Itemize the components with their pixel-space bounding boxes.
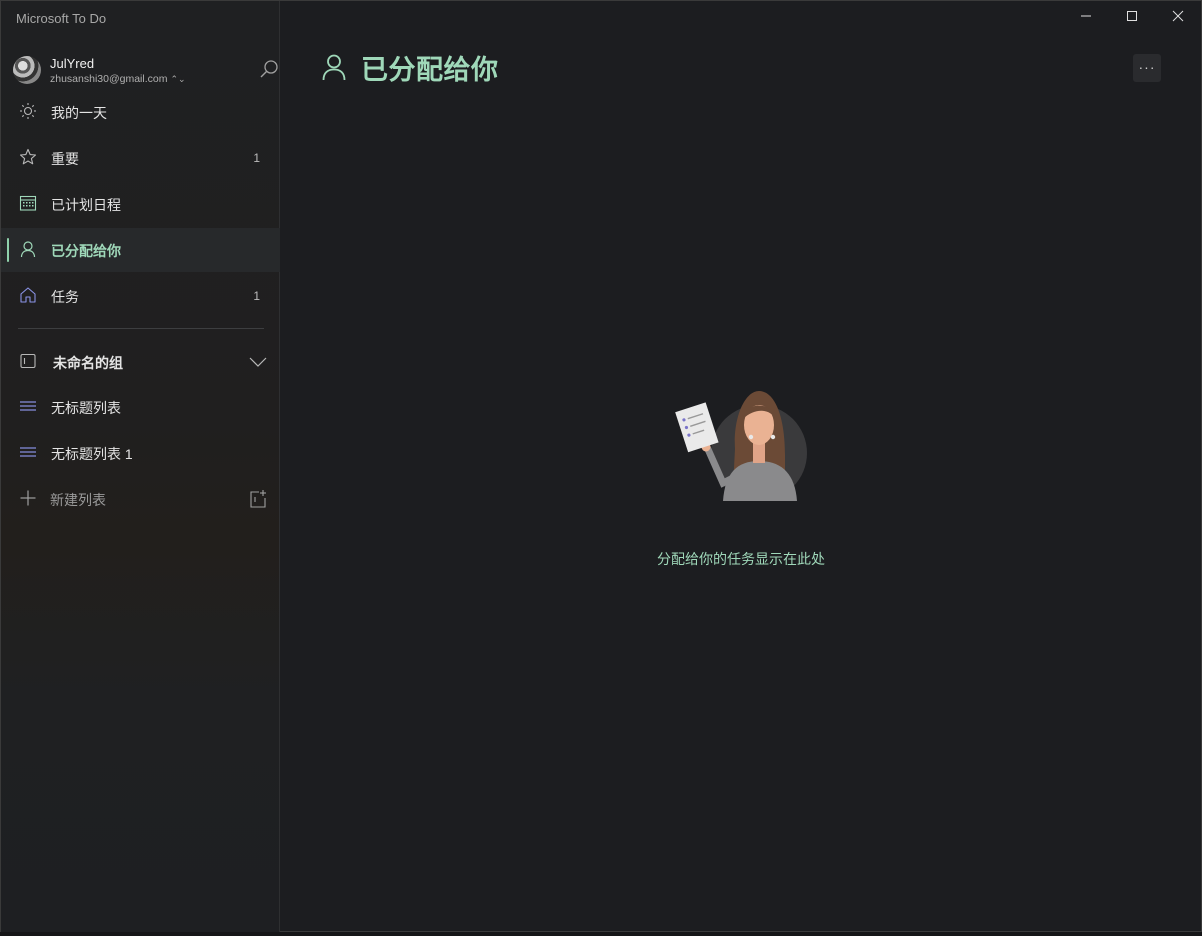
active-indicator bbox=[7, 238, 9, 262]
person-icon bbox=[322, 54, 346, 81]
list-icon bbox=[20, 447, 36, 457]
avatar[interactable] bbox=[13, 56, 41, 84]
sidebar-item-label: 任务 bbox=[51, 289, 79, 305]
sidebar-item-count: 1 bbox=[253, 289, 260, 303]
maximize-button[interactable] bbox=[1109, 1, 1155, 31]
more-options-button[interactable]: ··· bbox=[1133, 54, 1161, 82]
person-icon bbox=[20, 241, 36, 258]
page-title: 已分配给你 bbox=[361, 54, 499, 85]
sidebar: Microsoft To Do JulYred zhusanshi30@gmai… bbox=[1, 1, 280, 933]
empty-state-illustration bbox=[675, 391, 807, 501]
list-label: 无标题列表 bbox=[51, 400, 121, 416]
new-list-label: 新建列表 bbox=[50, 492, 106, 508]
page-header: 已分配给你 bbox=[321, 49, 499, 85]
plus-icon bbox=[20, 490, 36, 506]
sidebar-item-important[interactable]: 重要 1 bbox=[1, 136, 280, 180]
taskbar-strip bbox=[0, 932, 1202, 936]
sidebar-item-label: 重要 bbox=[51, 151, 79, 167]
list-label: 无标题列表 1 bbox=[51, 446, 133, 462]
new-list-button[interactable]: 新建列表 bbox=[1, 477, 280, 521]
sidebar-item-count: 1 bbox=[253, 151, 260, 165]
sidebar-item-label: 我的一天 bbox=[51, 105, 107, 121]
group-icon bbox=[20, 353, 36, 369]
sidebar-item-tasks[interactable]: 任务 1 bbox=[1, 274, 280, 318]
list-icon bbox=[20, 401, 36, 411]
app-title: Microsoft To Do bbox=[16, 11, 107, 26]
window-controls bbox=[1063, 1, 1201, 31]
sidebar-item-my-day[interactable]: 我的一天 bbox=[1, 90, 280, 134]
sidebar-list-item[interactable]: 无标题列表 1 bbox=[1, 431, 280, 475]
sidebar-item-label: 已计划日程 bbox=[51, 197, 121, 213]
sidebar-list-item[interactable]: 无标题列表 bbox=[1, 385, 280, 429]
account-switcher[interactable]: JulYred zhusanshi30@gmail.com ⌃⌄ bbox=[13, 51, 278, 89]
maximize-icon bbox=[1127, 11, 1137, 21]
new-group-icon[interactable] bbox=[248, 489, 268, 509]
close-icon bbox=[1172, 10, 1184, 22]
account-name: JulYred bbox=[50, 55, 95, 71]
minimize-button[interactable] bbox=[1063, 1, 1109, 31]
search-icon bbox=[260, 60, 278, 78]
chevron-down-icon[interactable] bbox=[248, 352, 268, 372]
search-button[interactable] bbox=[257, 57, 281, 81]
sun-icon bbox=[20, 103, 36, 119]
calendar-icon bbox=[19, 195, 37, 211]
app-window: Microsoft To Do JulYred zhusanshi30@gmai… bbox=[0, 0, 1202, 933]
sidebar-item-label: 已分配给你 bbox=[51, 243, 121, 259]
group-label: 未命名的组 bbox=[53, 355, 123, 371]
sidebar-group[interactable]: 未命名的组 bbox=[1, 340, 280, 384]
sidebar-item-assigned-to-you[interactable]: 已分配给你 bbox=[1, 228, 280, 272]
star-icon bbox=[19, 148, 37, 165]
sidebar-divider bbox=[18, 328, 264, 329]
close-button[interactable] bbox=[1155, 1, 1201, 31]
sidebar-item-planned[interactable]: 已计划日程 bbox=[1, 182, 280, 226]
account-email: zhusanshi30@gmail.com bbox=[50, 72, 168, 85]
home-icon bbox=[20, 287, 36, 303]
minimize-icon bbox=[1081, 15, 1091, 17]
empty-state-message: 分配给你的任务显示在此处 bbox=[657, 551, 825, 567]
chevron-updown-icon: ⌃⌄ bbox=[170, 73, 186, 84]
